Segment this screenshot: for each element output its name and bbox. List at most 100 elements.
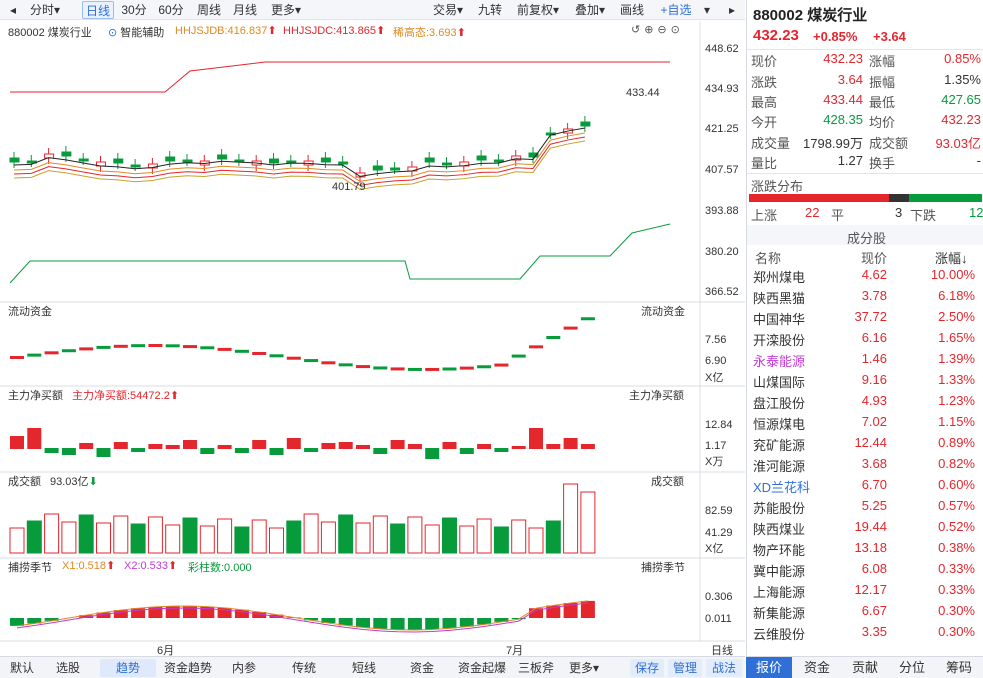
- component-row[interactable]: 新集能源 6.67 0.30%: [753, 603, 979, 624]
- quote-value: -: [976, 153, 981, 168]
- netbuy-bar: [165, 445, 180, 449]
- tactics-button[interactable]: 战法: [706, 659, 742, 677]
- down-label: 下跌: [910, 208, 937, 223]
- y-tick: 6.90: [705, 355, 727, 367]
- netbuy-bar: [44, 448, 59, 453]
- volume-bar: [424, 524, 440, 554]
- component-name: 陕西煤业: [753, 522, 806, 537]
- adjust-button[interactable]: 前复权▾: [512, 1, 564, 19]
- tab-fund[interactable]: 资金: [794, 657, 840, 678]
- component-row[interactable]: 郑州煤电 4.62 10.00%: [753, 267, 979, 288]
- tab-fund-trend[interactable]: 资金趋势: [160, 659, 216, 677]
- col-price[interactable]: 现价: [861, 248, 887, 267]
- component-row[interactable]: XD兰花科 6.70 0.60%: [753, 477, 979, 498]
- volume-bar: [511, 519, 527, 554]
- collapse-icon[interactable]: ▸: [724, 1, 740, 19]
- netbuy-bar: [27, 428, 42, 449]
- quote-value: 427.65: [941, 92, 981, 107]
- quote-value: 1.27: [837, 153, 863, 168]
- save-button[interactable]: 保存: [630, 659, 664, 677]
- col-name[interactable]: 名称: [755, 248, 781, 267]
- tab-quote[interactable]: 报价: [746, 657, 792, 678]
- tab-more[interactable]: 更多▾: [562, 659, 606, 677]
- component-price: 6.70: [861, 477, 887, 492]
- tab-more[interactable]: 更多▾: [266, 1, 306, 19]
- draw-button[interactable]: 画线: [616, 1, 648, 19]
- tab-default[interactable]: 默认: [2, 659, 42, 677]
- tab-trend[interactable]: 趋势: [100, 659, 156, 677]
- season-title: 捕捞季节: [8, 562, 52, 574]
- quote-price: 432.23: [753, 27, 799, 44]
- component-name: 云维股份: [753, 627, 806, 642]
- candle: [130, 164, 141, 168]
- trade-button[interactable]: 交易▾: [428, 1, 468, 19]
- back-icon[interactable]: ◂: [4, 1, 22, 19]
- component-row[interactable]: 陕西煤业 19.44 0.52%: [753, 519, 979, 540]
- tab-fenshi[interactable]: 分时▾: [28, 1, 62, 19]
- tab-chips[interactable]: 筹码: [936, 657, 982, 678]
- component-name: 山煤国际: [753, 375, 806, 390]
- netbuy-bar: [477, 444, 492, 449]
- component-row[interactable]: 物产环能 13.18 0.38%: [753, 540, 979, 561]
- volume-bar: [493, 526, 509, 554]
- component-row[interactable]: 山煤国际 9.16 1.33%: [753, 372, 979, 393]
- component-row[interactable]: 兖矿能源 12.44 0.89%: [753, 435, 979, 456]
- flow-bar: [183, 345, 197, 349]
- tab-select[interactable]: 选股: [48, 659, 88, 677]
- overlay-button[interactable]: 叠加▾: [570, 1, 610, 19]
- season-bar: [442, 618, 457, 629]
- quote-value: 433.44: [823, 92, 863, 107]
- netbuy-value: 主力净买额:54472.2⬆: [72, 390, 180, 402]
- flow-bar: [44, 351, 59, 355]
- component-row[interactable]: 中国神华 37.72 2.50%: [753, 309, 979, 330]
- tab-fund[interactable]: 资金: [398, 659, 446, 677]
- volume-bar: [147, 516, 163, 554]
- component-row[interactable]: 恒源煤电 7.02 1.15%: [753, 414, 979, 435]
- component-price: 3.35: [861, 624, 887, 639]
- add-favorite-button[interactable]: +自选: [652, 1, 700, 19]
- tab-weekly[interactable]: 周线: [193, 1, 225, 19]
- tab-fund-burst[interactable]: 资金起爆: [454, 659, 510, 677]
- y-tick: 393.88: [705, 205, 739, 217]
- netbuy-bar: [286, 438, 301, 449]
- component-row[interactable]: 淮河能源 3.68 0.82%: [753, 456, 979, 477]
- tab-contribution[interactable]: 贡献: [842, 657, 888, 678]
- component-price: 3.68: [861, 456, 887, 471]
- jiuzhuan-button[interactable]: 九转: [474, 1, 506, 19]
- component-price: 37.72: [854, 309, 887, 324]
- component-row[interactable]: 苏能股份 5.25 0.57%: [753, 498, 979, 519]
- tab-quantile[interactable]: 分位: [889, 657, 935, 678]
- component-row[interactable]: 永泰能源 1.46 1.39%: [753, 351, 979, 372]
- component-row[interactable]: 陕西黑猫 3.78 6.18%: [753, 288, 979, 309]
- hhj-upper-line: [10, 61, 670, 93]
- tab-monthly[interactable]: 月线: [229, 1, 261, 19]
- tab-traditional[interactable]: 传统: [280, 659, 328, 677]
- col-pct[interactable]: 涨幅↓: [935, 248, 968, 267]
- volume-bar: [459, 525, 475, 554]
- flow-bar: [356, 365, 370, 369]
- tab-short[interactable]: 短线: [340, 659, 388, 677]
- component-row[interactable]: 盘江股份 4.93 1.23%: [753, 393, 979, 414]
- netbuy-bar: [234, 448, 249, 453]
- chevron-down-icon[interactable]: ▾: [700, 1, 714, 19]
- chart-area: 880002 煤炭行业 ⊙ 智能辅助 HHJSJDB:416.837⬆ HHJS…: [0, 21, 745, 657]
- component-pct: 1.15%: [938, 414, 975, 429]
- manage-button[interactable]: 管理: [668, 659, 702, 677]
- tab-30min[interactable]: 30分: [118, 1, 150, 19]
- netbuy-bar: [10, 436, 24, 449]
- component-pct: 0.57%: [938, 498, 975, 513]
- component-name: 物产环能: [753, 543, 806, 558]
- tab-60min[interactable]: 60分: [155, 1, 187, 19]
- tab-three-axes[interactable]: 三板斧: [514, 659, 558, 677]
- component-row[interactable]: 上海能源 12.17 0.33%: [753, 582, 979, 603]
- component-row[interactable]: 开滦股份 6.16 1.65%: [753, 330, 979, 351]
- tab-daily[interactable]: 日线: [82, 1, 114, 19]
- tab-internal[interactable]: 内参: [220, 659, 268, 677]
- component-row[interactable]: 云维股份 3.35 0.30%: [753, 624, 979, 645]
- component-row[interactable]: 冀中能源 6.08 0.33%: [753, 561, 979, 582]
- candle: [442, 162, 452, 166]
- candle: [476, 155, 487, 161]
- netbuy-bar: [321, 443, 336, 449]
- netbuy-bar: [96, 448, 111, 457]
- volume-bar: [476, 518, 492, 554]
